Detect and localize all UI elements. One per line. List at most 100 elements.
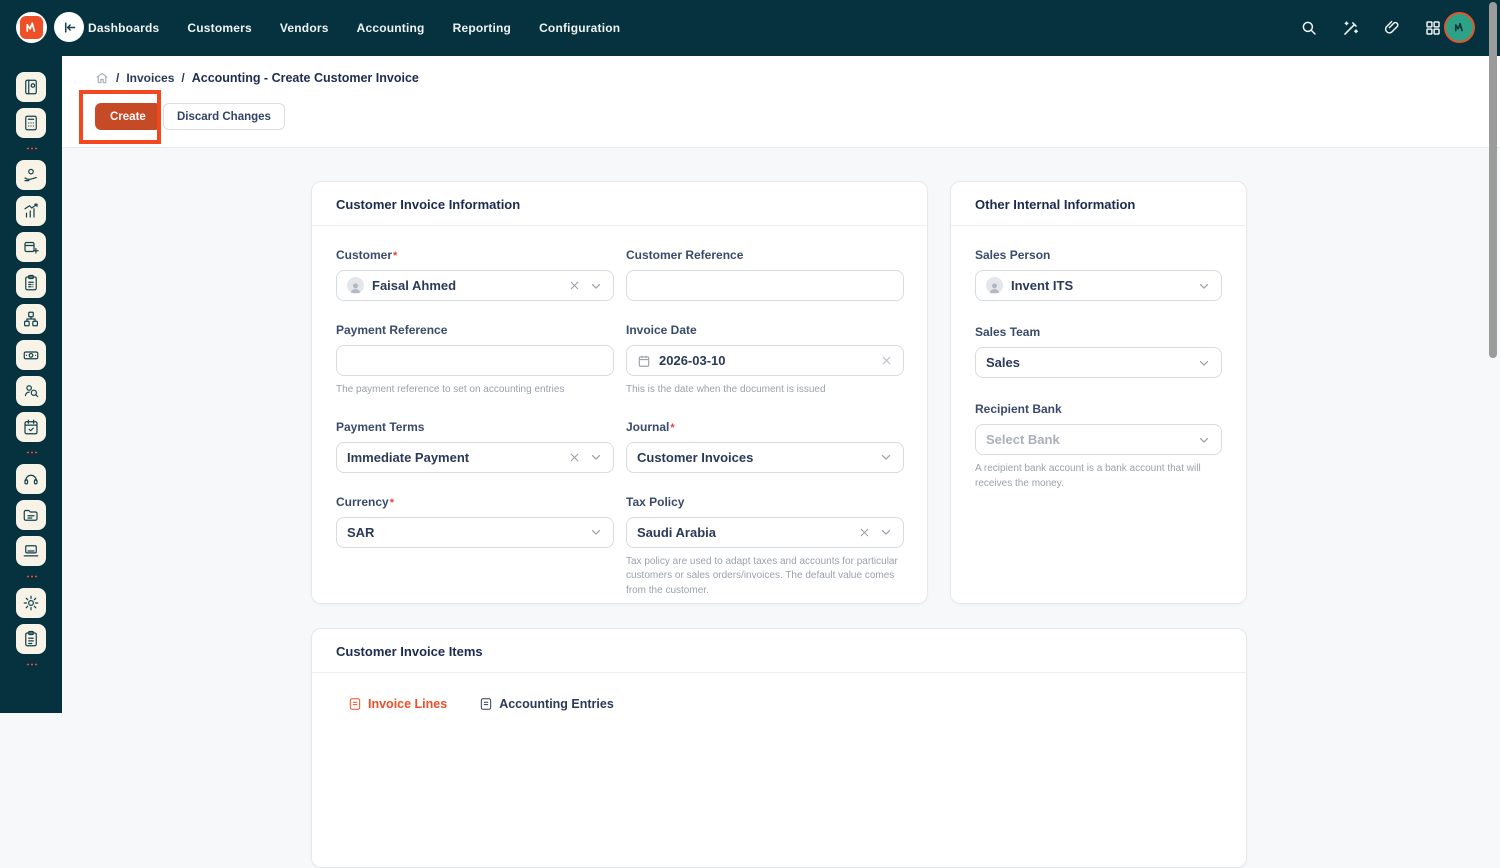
chevron-down-icon[interactable]: [879, 525, 893, 539]
menu-item-reporting[interactable]: Reporting: [453, 21, 511, 35]
invoice-lines-icon: [349, 698, 361, 710]
topbar-icon-group: [1300, 0, 1442, 56]
cash-icon[interactable]: [16, 340, 46, 370]
other-internal-information-card: Other Internal Information Sales Person …: [950, 181, 1247, 604]
clear-x-icon[interactable]: [858, 526, 871, 539]
chevron-down-icon[interactable]: [1197, 279, 1211, 293]
tab-accounting-entries[interactable]: Accounting Entries: [479, 697, 614, 711]
hand-coins-icon[interactable]: [16, 160, 46, 190]
currency-field-group: Currency SAR: [336, 495, 614, 548]
recipient-bank-label: Recipient Bank: [975, 402, 1062, 416]
breadcrumb-separator: /: [116, 71, 120, 85]
journal-select[interactable]: Customer Invoices: [626, 441, 904, 473]
main-menu: Dashboards Customers Vendors Accounting …: [88, 0, 620, 56]
currency-value: SAR: [347, 524, 375, 540]
scrollbar-track[interactable]: [1487, 0, 1500, 713]
chevron-down-icon[interactable]: [589, 450, 603, 464]
customer-value: Faisal Ahmed: [372, 278, 457, 293]
recipient-bank-select[interactable]: Select Bank: [975, 424, 1222, 455]
brand-logo-icon: [20, 16, 43, 39]
payment-terms-value: Immediate Payment: [347, 449, 470, 465]
sales-person-label: Sales Person: [975, 248, 1051, 262]
arrow-to-bar-icon: [64, 21, 75, 33]
customer-reference-input[interactable]: [626, 270, 904, 301]
apps-grid-icon[interactable]: [1424, 19, 1442, 37]
journal-label: Journal: [626, 420, 675, 434]
magic-wand-icon[interactable]: [1341, 19, 1360, 38]
recipient-bank-placeholder: Select Bank: [986, 432, 1060, 447]
menu-item-dashboards[interactable]: Dashboards: [88, 21, 159, 35]
customer-invoice-items-card: Customer Invoice Items Invoice Lines Acc…: [311, 628, 1247, 868]
tab-accounting-entries-label: Accounting Entries: [499, 697, 614, 711]
chevron-down-icon[interactable]: [879, 450, 893, 464]
clear-x-icon[interactable]: [568, 279, 581, 292]
chevron-down-icon[interactable]: [589, 279, 603, 293]
sales-person-avatar: [986, 277, 1003, 294]
paperclip-icon[interactable]: [1383, 19, 1401, 37]
sales-person-value: Invent ITS: [1011, 278, 1074, 293]
menu-item-accounting[interactable]: Accounting: [357, 21, 425, 35]
payment-terms-field-group: Payment Terms Immediate Payment: [336, 420, 614, 473]
sidebar-separator: [25, 451, 37, 454]
accounting-entries-icon: [481, 698, 492, 710]
sidebar-separator: [25, 147, 37, 150]
chevron-down-icon[interactable]: [589, 525, 603, 539]
journal-book-icon[interactable]: [16, 72, 46, 102]
headset-icon[interactable]: [16, 464, 46, 494]
box-add-icon[interactable]: [16, 232, 46, 262]
customer-reference-field-group: Customer Reference: [626, 248, 904, 301]
chevron-down-icon[interactable]: [1197, 433, 1211, 447]
laptop-icon[interactable]: [16, 536, 46, 566]
customer-reference-label: Customer Reference: [626, 248, 744, 262]
discard-changes-button[interactable]: Discard Changes: [163, 103, 285, 130]
invoice-date-input[interactable]: 2026-03-10: [626, 345, 904, 376]
sales-team-select[interactable]: Sales: [975, 347, 1222, 378]
clear-x-icon[interactable]: [568, 451, 581, 464]
create-button-highlight-annotation: [79, 90, 161, 144]
tax-policy-value: Saudi Arabia: [637, 524, 716, 540]
customer-field-group: Customer Faisal Ahmed: [336, 248, 614, 301]
app-logo[interactable]: [16, 12, 47, 43]
user-avatar[interactable]: [1444, 12, 1475, 43]
home-icon[interactable]: [95, 71, 109, 85]
clipboard-calculator-icon[interactable]: [16, 268, 46, 298]
customer-avatar: [347, 277, 364, 294]
menu-item-customers[interactable]: Customers: [187, 21, 251, 35]
currency-select[interactable]: SAR: [336, 516, 614, 548]
card-title: Other Internal Information: [951, 182, 1246, 226]
breadcrumb-invoices[interactable]: Invoices: [126, 71, 174, 85]
card-title: Customer Invoice Information: [312, 182, 927, 226]
payment-reference-input[interactable]: [336, 345, 614, 376]
clipboard-list-icon[interactable]: [16, 624, 46, 654]
currency-label: Currency: [336, 495, 394, 509]
tab-invoice-lines[interactable]: Invoice Lines: [348, 697, 447, 711]
growth-chart-icon[interactable]: [16, 196, 46, 226]
sidebar-collapse-button[interactable]: [54, 12, 84, 42]
menu-item-vendors[interactable]: Vendors: [280, 21, 329, 35]
person-search-icon[interactable]: [16, 376, 46, 406]
folder-document-icon[interactable]: [16, 500, 46, 530]
invoice-date-field-group: Invoice Date 2026-03-10 This is the date…: [626, 323, 904, 398]
invoice-date-value: 2026-03-10: [659, 353, 726, 368]
tax-policy-select[interactable]: Saudi Arabia: [626, 516, 904, 548]
linked-boxes-icon[interactable]: [16, 304, 46, 334]
scrollbar-thumb[interactable]: [1489, 2, 1497, 358]
avatar-brand-mark-icon: [1454, 22, 1463, 32]
recipient-bank-help: A recipient bank account is a bank accou…: [975, 463, 1201, 489]
sales-team-field-group: Sales Team Sales: [975, 325, 1222, 378]
payment-terms-select[interactable]: Immediate Payment: [336, 441, 614, 473]
calendar-check-icon[interactable]: [16, 412, 46, 442]
customer-select[interactable]: Faisal Ahmed: [336, 270, 614, 301]
sales-person-select[interactable]: Invent ITS: [975, 270, 1222, 301]
calculator-icon[interactable]: [16, 108, 46, 138]
recipient-bank-field-group: Recipient Bank Select Bank A recipient b…: [975, 402, 1222, 491]
gear-icon[interactable]: [16, 588, 46, 618]
invoice-date-help: This is the date when the document is is…: [626, 384, 826, 395]
chevron-down-icon[interactable]: [1197, 356, 1211, 370]
search-icon[interactable]: [1300, 19, 1318, 37]
menu-item-configuration[interactable]: Configuration: [539, 21, 620, 35]
clear-x-icon[interactable]: [880, 354, 893, 367]
sidebar-separator: [25, 663, 37, 666]
sales-team-label: Sales Team: [975, 325, 1041, 339]
payment-reference-field-group: Payment Reference The payment reference …: [336, 323, 614, 398]
